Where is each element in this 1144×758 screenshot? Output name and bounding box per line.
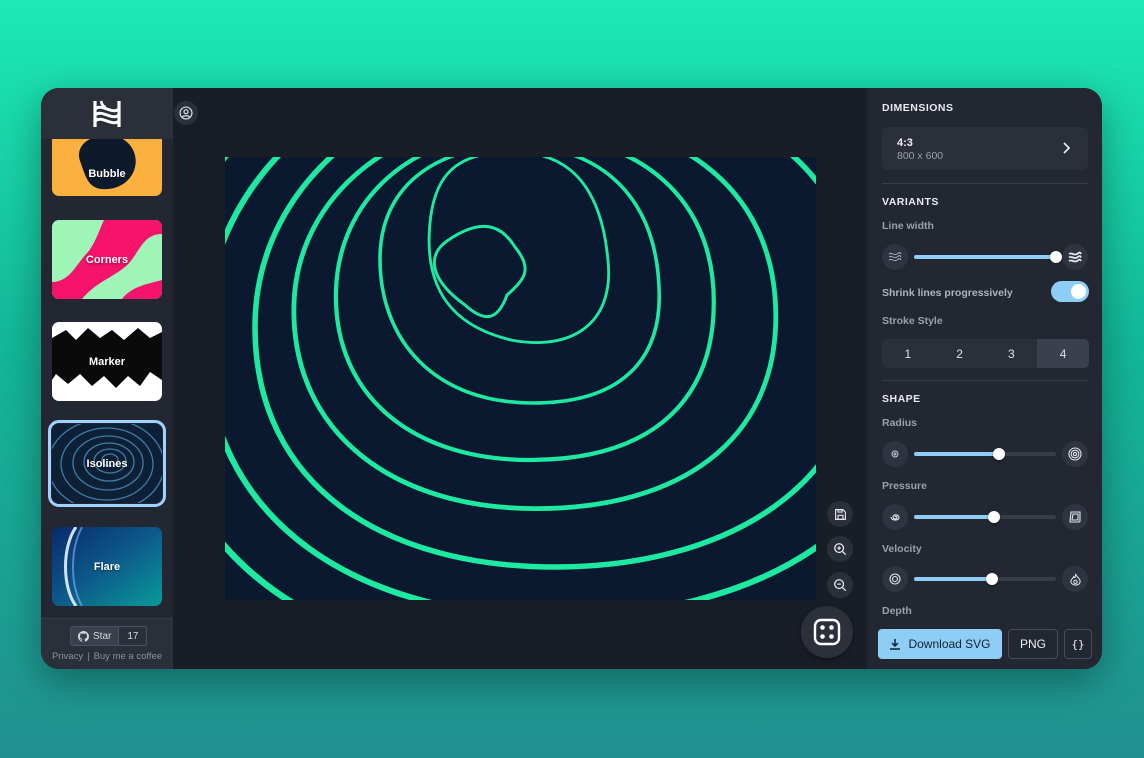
pressure-slider[interactable]	[914, 511, 1056, 523]
card-flare[interactable]: Flare	[52, 527, 162, 606]
github-star-count[interactable]: 17	[119, 626, 148, 646]
card-label: Marker	[88, 355, 126, 368]
pressure-label: Pressure	[882, 480, 927, 492]
card-isolines[interactable]: Isolines	[48, 420, 166, 507]
logo[interactable]	[41, 88, 173, 139]
line-width-min-button[interactable]	[882, 244, 908, 270]
card-label: Bubble	[88, 167, 126, 180]
zoom-out-icon	[834, 579, 847, 592]
buy-me-a-coffee-link[interactable]: Buy me a coffee	[94, 651, 162, 662]
pressure-max-button[interactable]	[1062, 504, 1088, 530]
thick-waves-icon	[1068, 251, 1082, 263]
slider-thumb[interactable]	[987, 511, 1000, 523]
zoom-in-button[interactable]	[827, 536, 853, 562]
canvas-size: 800 x 600	[897, 150, 944, 162]
export-bar: Download SVG PNG {}	[867, 619, 1102, 669]
velocity-max-button[interactable]	[1062, 566, 1088, 592]
card-label: Corners	[85, 253, 129, 266]
card-label: Isolines	[86, 457, 128, 470]
dimensions-selector[interactable]: 4:3 800 x 600	[882, 127, 1088, 170]
privacy-link[interactable]: Privacy	[52, 651, 83, 662]
github-star: Star 17	[70, 626, 148, 646]
stroke-style-option[interactable]: 1	[882, 339, 934, 368]
slider-fill	[914, 452, 1000, 456]
github-star-button[interactable]: Star	[70, 626, 120, 646]
pressure-min-button[interactable]	[882, 504, 908, 530]
slider-fill	[914, 515, 994, 519]
radius-label: Radius	[882, 417, 918, 429]
depth-label: Depth	[882, 605, 912, 617]
chevron-right-icon	[1063, 142, 1071, 154]
velocity-slider[interactable]	[914, 573, 1056, 585]
shrink-lines-label: Shrink lines progressively	[882, 287, 1013, 299]
stroke-style-selector: 1 2 3 4	[882, 339, 1089, 368]
card-label: Flare	[93, 560, 121, 573]
isolines-artwork	[225, 157, 816, 600]
velocity-label: Velocity	[882, 543, 922, 555]
app-window: Bubble Corners Marker Isolines Flare Sta…	[41, 88, 1102, 669]
sidebar-footer: Star 17 Privacy | Buy me a coffee	[41, 618, 173, 669]
randomize-button[interactable]	[801, 606, 853, 658]
sidebar: Bubble Corners Marker Isolines Flare Sta…	[41, 88, 173, 669]
radius-max-button[interactable]	[1062, 441, 1088, 467]
png-button[interactable]: PNG	[1008, 629, 1058, 659]
slider-thumb[interactable]	[1050, 251, 1062, 263]
card-bubble[interactable]: Bubble	[52, 139, 162, 196]
card-marker[interactable]: Marker	[52, 322, 162, 401]
download-svg-button[interactable]: Download SVG	[878, 629, 1002, 659]
large-target-icon	[1068, 447, 1082, 461]
download-icon	[890, 639, 901, 650]
spiral-icon	[890, 514, 900, 521]
zoom-out-button[interactable]	[827, 572, 853, 598]
slider-fill	[914, 255, 1056, 259]
stroke-style-option[interactable]: 2	[934, 339, 986, 368]
footer-links: Privacy | Buy me a coffee	[41, 651, 173, 662]
line-width-label: Line width	[882, 220, 934, 232]
velocity-min-button[interactable]	[882, 566, 908, 592]
square-blob-icon	[1069, 511, 1081, 523]
logo-icon	[93, 100, 121, 127]
small-target-icon	[891, 450, 899, 458]
radius-min-button[interactable]	[882, 441, 908, 467]
stroke-style-option-selected[interactable]: 4	[1037, 339, 1089, 368]
divider	[882, 183, 1088, 184]
radius-slider[interactable]	[914, 448, 1056, 460]
generator-list: Bubble Corners Marker Isolines Flare	[41, 139, 173, 618]
github-icon	[78, 630, 89, 642]
link-separator: |	[87, 651, 90, 662]
settings-panel: DIMENSIONS 4:3 800 x 600 VARIANTS Line w…	[867, 88, 1102, 669]
zoom-in-icon	[834, 543, 847, 556]
slider-thumb[interactable]	[986, 573, 999, 585]
line-width-slider[interactable]	[914, 251, 1062, 263]
divider	[882, 380, 1088, 381]
save-button[interactable]	[827, 501, 853, 527]
account-button[interactable]	[174, 101, 198, 125]
stroke-style-option[interactable]: 3	[986, 339, 1038, 368]
dimensions-title: DIMENSIONS	[882, 102, 954, 114]
slider-fill	[914, 577, 993, 581]
line-width-max-button[interactable]	[1062, 244, 1088, 270]
aspect-ratio: 4:3	[897, 137, 913, 149]
github-star-label: Star	[93, 630, 112, 642]
code-button[interactable]: {}	[1064, 629, 1092, 659]
shrink-lines-toggle[interactable]	[1051, 281, 1089, 302]
user-circle-icon	[179, 106, 193, 120]
concentric-circles-icon	[889, 573, 901, 585]
stroke-style-label: Stroke Style	[882, 315, 943, 327]
thin-waves-icon	[888, 252, 902, 262]
card-corners[interactable]: Corners	[52, 220, 162, 299]
floppy-disk-icon	[834, 508, 846, 520]
canvas-area	[173, 88, 867, 669]
dice-icon	[813, 618, 841, 646]
variants-title: VARIANTS	[882, 196, 939, 208]
artboard-preview	[225, 157, 816, 600]
download-svg-label: Download SVG	[908, 637, 991, 651]
toggle-knob	[1071, 284, 1086, 299]
shape-title: SHAPE	[882, 393, 921, 405]
slider-thumb[interactable]	[993, 448, 1006, 460]
flame-blob-icon	[1069, 573, 1081, 586]
